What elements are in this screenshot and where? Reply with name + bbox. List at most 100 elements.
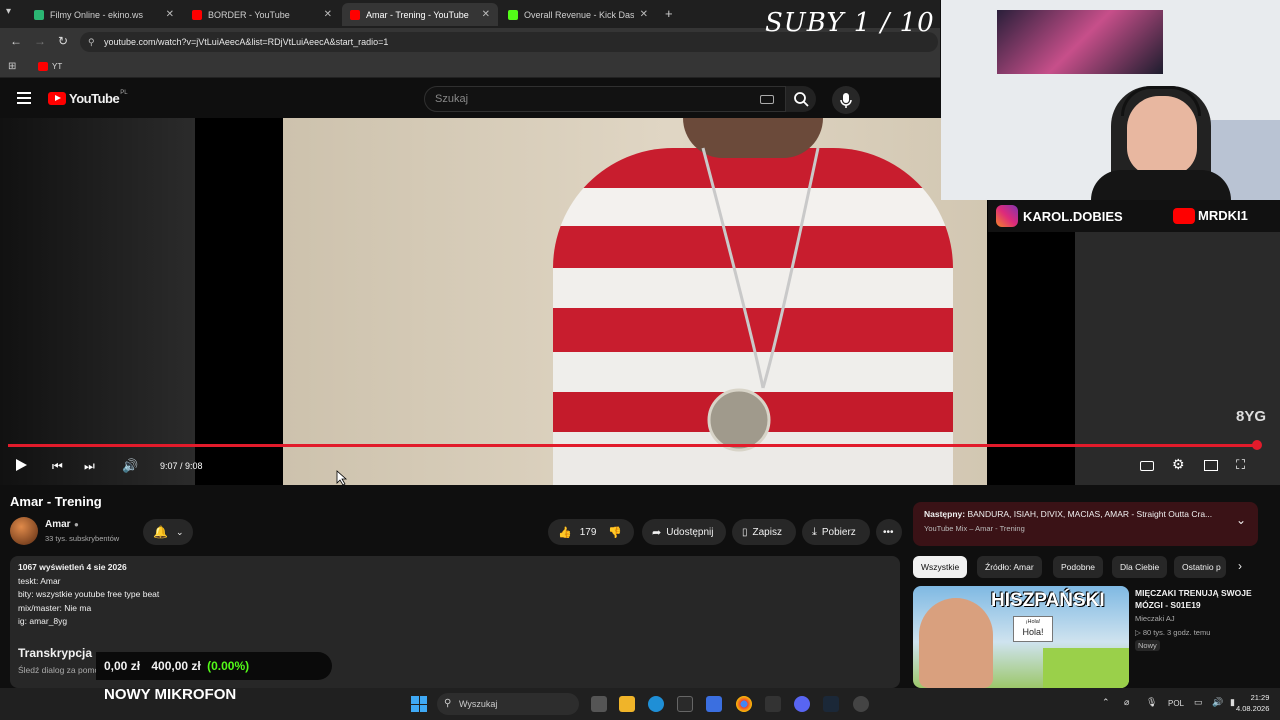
dislike-icon[interactable]: 👎 [608, 526, 622, 539]
mic-tray-icon[interactable]: 🎙 [1146, 697, 1157, 708]
chip-related[interactable]: Podobne [1053, 556, 1104, 578]
keyboard-icon[interactable] [760, 95, 774, 104]
tab-title: BORDER - YouTube [208, 9, 290, 20]
reload-icon[interactable]: ↻ [58, 34, 68, 48]
more-actions-button[interactable]: ••• [876, 519, 902, 545]
bookmark-yt[interactable]: YT [52, 62, 62, 71]
clock[interactable]: 21:29 4.08.2026 [1236, 692, 1269, 714]
wifi-off-icon[interactable]: ⌀ [1124, 697, 1129, 708]
battery-icon[interactable]: ▮ [1230, 697, 1235, 708]
rec-meta: ▷ 80 tys. 3 godz. temu [1135, 628, 1210, 637]
download-icon: ⤓ [812, 525, 817, 538]
mic-icon [840, 93, 852, 108]
close-icon[interactable]: ✕ [640, 9, 648, 20]
start-icon[interactable] [411, 696, 427, 712]
like-count[interactable]: 179 [580, 527, 597, 538]
youtube-icon [1173, 208, 1195, 224]
logo-text: YouTube [69, 91, 120, 106]
search-icon: ⚲ [444, 698, 452, 709]
previous-icon[interactable]: ⏮ [52, 459, 63, 474]
file-explorer-icon[interactable] [619, 696, 635, 712]
thumbnail-sign-text: Hola! [1022, 627, 1044, 637]
fullscreen-icon[interactable]: ⛶ [1236, 457, 1245, 473]
rec-channel[interactable]: Mieczaki AJ [1135, 614, 1175, 623]
video-watermark: 8YG [1236, 408, 1267, 425]
next-label: Następny: [924, 509, 966, 519]
tab-amar-trening[interactable]: Amar - Trening - YouTube ✕ [342, 3, 498, 26]
miniplayer-icon[interactable] [1204, 460, 1218, 471]
tab-kick-dashboard[interactable]: Overall Revenue - Kick Dashbo... ✕ [500, 3, 656, 26]
clock-date: 4.08.2026 [1236, 704, 1270, 713]
like-icon[interactable]: 👍 [558, 526, 572, 539]
tab-ekino[interactable]: Filmy Online - ekino.ws ✕ [26, 3, 182, 26]
app-icon[interactable] [706, 696, 722, 712]
play-icon[interactable] [16, 459, 27, 471]
next-title: BANDURA, ISIAH, DIVIX, MACIAS, AMAR - St… [967, 509, 1213, 519]
new-mic-banner: NOWY MIKROFON [104, 686, 237, 703]
subtitles-icon[interactable] [1140, 461, 1154, 471]
streamer-shirt [1091, 170, 1231, 200]
thumbnail-text: HISZPAŃSKI [991, 590, 1105, 611]
chip-all[interactable]: Wszystkie [913, 556, 968, 578]
rec-title[interactable]: MIĘCZAKI TRENUJĄ SWOJE MÓZGI - S01E19 [1135, 587, 1265, 611]
apps-grid-icon[interactable]: ⊞ [8, 61, 16, 72]
play-logo-icon [48, 92, 66, 105]
back-icon[interactable]: ← [10, 34, 22, 48]
save-button[interactable]: ▯ Zapisz [732, 519, 796, 545]
close-icon[interactable]: ✕ [166, 9, 174, 20]
tray-chevron-icon[interactable]: ⌃ [1102, 697, 1110, 708]
instagram-icon [996, 205, 1018, 227]
settings-icon[interactable] [853, 696, 869, 712]
store-icon[interactable] [677, 696, 693, 712]
bell-icon: 🔔 [153, 525, 168, 539]
bookmarks-bar: ⊞ YT [0, 56, 940, 78]
kick-favicon [508, 9, 518, 20]
save-label: Zapisz [752, 526, 782, 538]
subscribed-button[interactable]: 🔔 ⌄ [143, 519, 193, 545]
obs-icon[interactable] [765, 696, 781, 712]
taskbar-search[interactable]: ⚲ Wyszukaj [437, 693, 579, 715]
volume-tray-icon[interactable]: 🔊 [1212, 697, 1223, 708]
network-icon[interactable]: ▭ [1194, 697, 1203, 708]
donation-goal-amount: 400,00 zł [151, 659, 201, 673]
menu-icon[interactable] [17, 92, 31, 104]
voice-search-button[interactable] [832, 86, 860, 114]
download-button[interactable]: ⤓ Pobierz [802, 519, 870, 545]
tab-list-icon[interactable]: ▾ [6, 6, 11, 17]
up-next-bar[interactable]: Następny: BANDURA, ISIAH, DIVIX, MACIAS,… [913, 502, 1258, 546]
chrome-icon[interactable] [736, 696, 752, 712]
chevron-down-icon[interactable]: ⌄ [1236, 513, 1246, 527]
close-icon[interactable]: ✕ [482, 9, 490, 20]
next-icon[interactable]: ⏭ [84, 459, 95, 474]
verified-icon: ● [74, 520, 79, 529]
task-view-icon[interactable] [591, 696, 607, 712]
chip-source[interactable]: Źródło: Amar [977, 556, 1042, 578]
chevron-right-icon[interactable]: › [1238, 559, 1242, 573]
youtube-logo[interactable]: YouTube PL [48, 90, 128, 106]
tab-border[interactable]: BORDER - YouTube ✕ [184, 3, 340, 26]
settings-icon[interactable]: ⚙ [1172, 456, 1185, 473]
search-icon [794, 92, 809, 107]
chip-recent[interactable]: Ostatnio p [1174, 556, 1226, 578]
progress-bar[interactable] [8, 444, 1258, 447]
chip-for-you[interactable]: Dla Ciebie [1112, 556, 1168, 578]
donation-goal: 0,00 zł 400,00 zł (0.00%) [96, 652, 332, 680]
language-indicator[interactable]: POL [1168, 699, 1184, 708]
channel-avatar[interactable] [10, 517, 38, 545]
steam-icon[interactable] [823, 696, 839, 712]
time-display: 9:07 / 9:08 [160, 461, 203, 471]
edge-icon[interactable] [648, 696, 664, 712]
site-info-icon[interactable]: ⚲ [88, 32, 95, 52]
forward-icon[interactable]: → [34, 34, 46, 48]
close-icon[interactable]: ✕ [324, 9, 332, 20]
new-badge: Nowy [1135, 640, 1160, 651]
volume-icon[interactable]: 🔊 [122, 458, 138, 474]
desc-line: mix/master: Nie ma [18, 602, 92, 613]
video-thumbnail[interactable]: HISZPAŃSKI ¡Hola! Hola! [913, 586, 1129, 688]
search-input[interactable]: Szukaj [424, 86, 786, 112]
discord-icon[interactable] [794, 696, 810, 712]
share-button[interactable]: ➦ Udostępnij [642, 519, 726, 545]
search-button[interactable] [786, 86, 816, 112]
channel-name[interactable]: Amar [45, 519, 71, 530]
new-tab-icon[interactable]: + [665, 6, 673, 21]
